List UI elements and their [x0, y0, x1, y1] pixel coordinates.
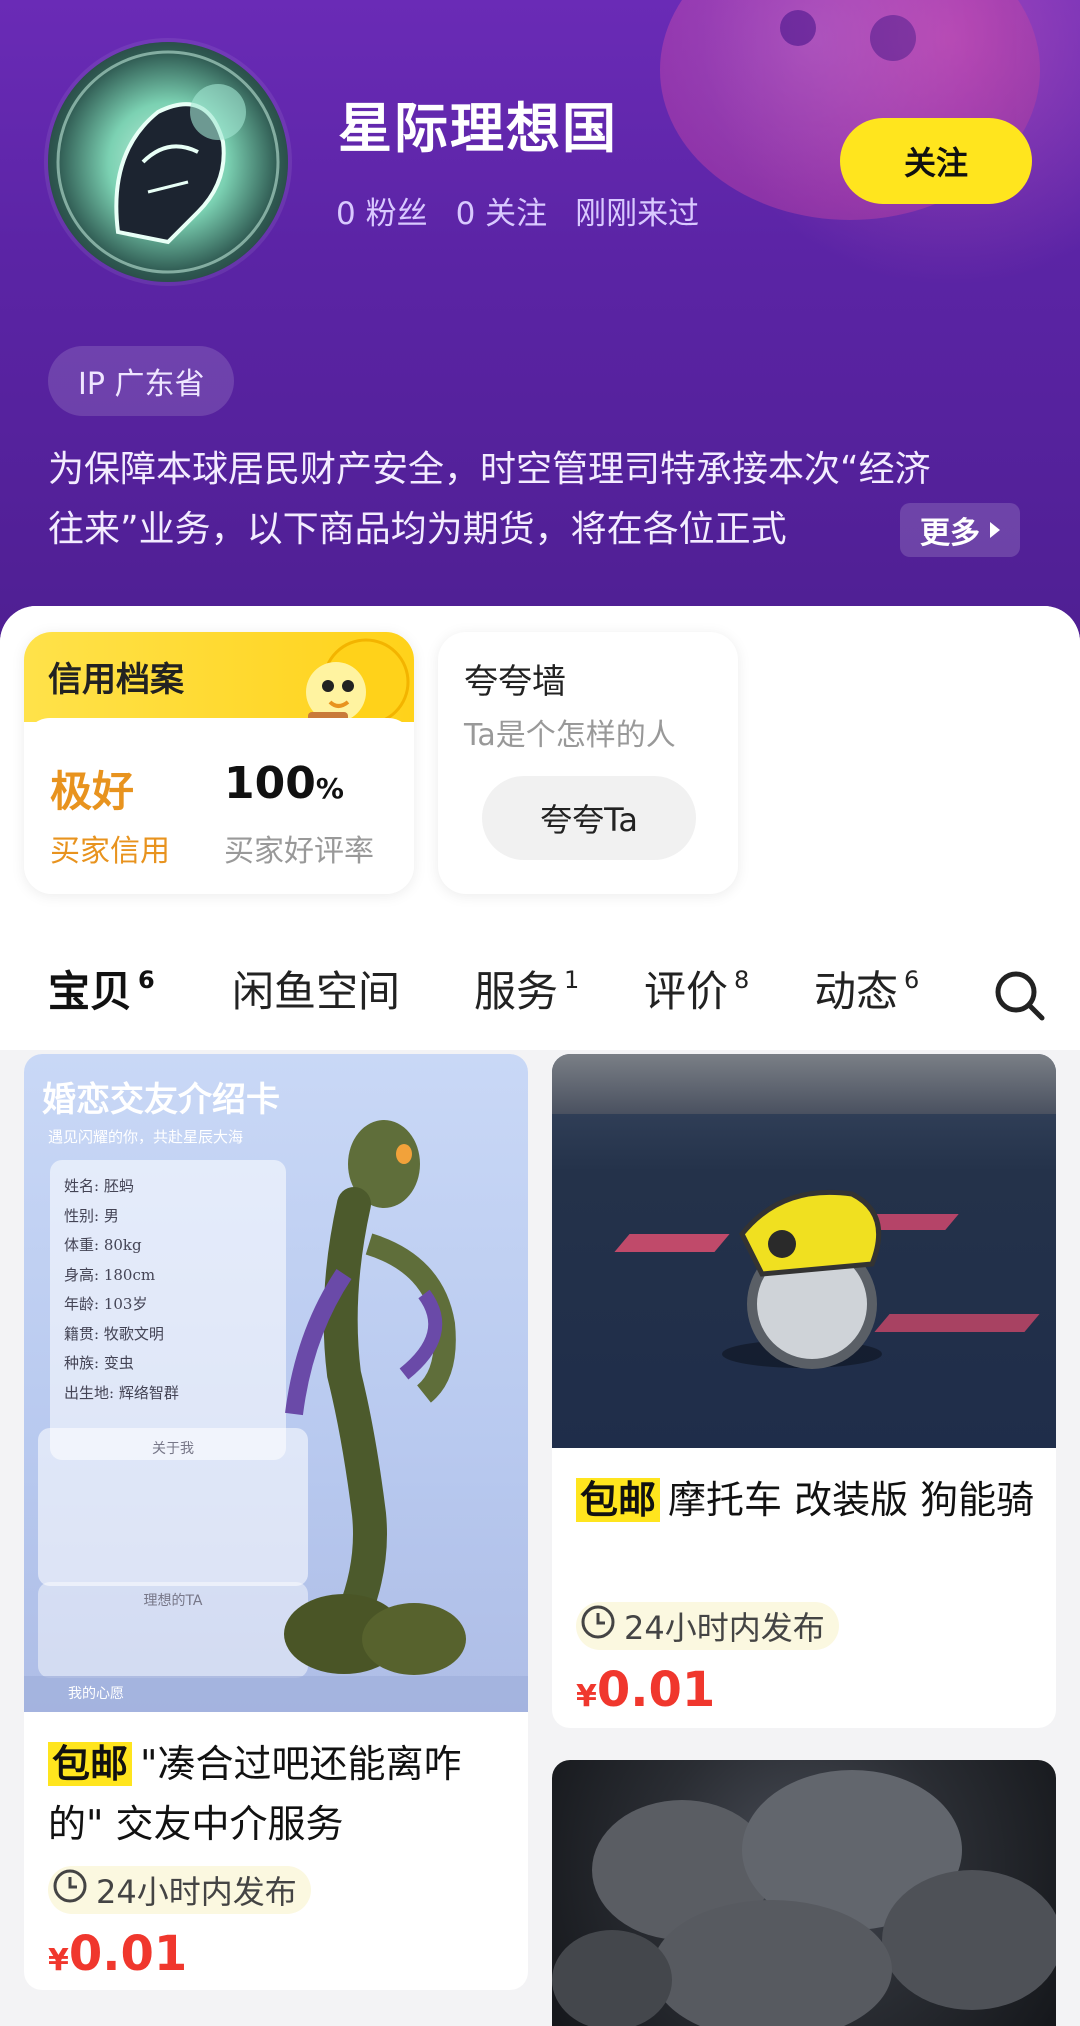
tab-moments[interactable]: 动态 6: [814, 958, 919, 1019]
profile-tabs: 宝贝 6 闲鱼空间 服务 1 评价 8 动态 6: [0, 940, 1080, 1050]
item-image: [552, 1760, 1056, 2026]
bio-line-1: 为保障本球居民财产安全，时空管理司特承接本次“经济: [48, 449, 931, 490]
ideal-box: 理想的TA: [38, 1582, 308, 1678]
bio-more-button[interactable]: 更多: [900, 503, 1020, 557]
item-card[interactable]: 婚恋交友介绍卡 遇见闪耀的你，共赴星辰大海 姓名: 胚蚂 性别: 男 体重: 8…: [24, 1054, 528, 1990]
motorcycle-figure: [722, 1189, 882, 1369]
creature-figure: [284, 1120, 466, 1675]
buyer-credit-label: 买家信用: [50, 834, 170, 869]
last-seen: 刚刚来过: [575, 196, 700, 232]
intro-card-title: 婚恋交友介绍卡: [42, 1080, 280, 1120]
follow-button[interactable]: 关注: [840, 118, 1032, 204]
about-box: 关于我: [38, 1428, 308, 1586]
profile-bio: 为保障本球居民财产安全，时空管理司特承接本次“经济 往来”业务，以下商品均为期货…: [48, 440, 1038, 560]
item-price: ¥0.01: [576, 1662, 716, 1718]
item-image: [552, 1054, 1056, 1448]
fans-count[interactable]: 0 粉丝: [336, 188, 428, 233]
praise-button[interactable]: 夸夸Ta: [482, 776, 696, 860]
ip-location-badge: IP 广东省: [48, 346, 235, 416]
asteroid-figure: [552, 1770, 1056, 2026]
item-title: 包邮 "凑合过吧还能离咋的" 交友中介服务: [48, 1742, 462, 1846]
tab-reviews[interactable]: 评价 8: [644, 958, 749, 1019]
profile-stats: 0 粉丝 0 关注 刚刚来过: [336, 188, 699, 233]
following-count[interactable]: 0 关注: [456, 188, 548, 233]
credit-profile-card[interactable]: 信用档案 极好 买家信用 100% 买家好评率: [24, 632, 414, 894]
search-icon[interactable]: [992, 968, 1048, 1028]
credit-title: 信用档案: [48, 660, 184, 700]
clock-icon: [580, 1604, 616, 1648]
free-shipping-tag: 包邮: [576, 1478, 661, 1522]
positive-rate-label: 买家好评率: [224, 834, 374, 869]
publish-time: 24小时内发布: [48, 1866, 311, 1914]
item-card[interactable]: 包邮 摩托车 改装版 狗能骑 24小时内发布 ¥0.01: [552, 1054, 1056, 1728]
avatar[interactable]: [48, 42, 288, 282]
praise-wall-subtitle: Ta是个怎样的人: [464, 718, 676, 753]
item-price: ¥0.01: [48, 1926, 188, 1982]
praise-wall-card[interactable]: 夸夸墙 Ta是个怎样的人 夸夸Ta: [438, 632, 738, 894]
positive-rate: 100%: [224, 758, 344, 809]
tab-services[interactable]: 服务 1: [474, 958, 579, 1019]
profile-name: 星际理想国: [338, 97, 618, 160]
info-box: 姓名: 胚蚂 性别: 男 体重: 80kg 身高: 180cm 年龄: 103岁…: [50, 1160, 286, 1460]
clock-icon: [52, 1868, 88, 1912]
item-title: 包邮 摩托车 改装版 狗能骑: [576, 1470, 1036, 1530]
bio-line-2: 往来”业务，以下商品均为期货，将在各位正式: [48, 509, 787, 550]
praise-wall-title: 夸夸墙: [464, 662, 566, 702]
tab-items[interactable]: 宝贝 6: [46, 958, 155, 1019]
caret-right-icon: [988, 513, 1002, 548]
more-label: 更多: [920, 516, 980, 551]
intro-card-subtitle: 遇见闪耀的你，共赴星辰大海: [48, 1128, 244, 1146]
tab-space[interactable]: 闲鱼空间: [232, 958, 400, 1019]
publish-time: 24小时内发布: [576, 1602, 839, 1650]
free-shipping-tag: 包邮: [48, 1742, 133, 1786]
item-image: 婚恋交友介绍卡 遇见闪耀的你，共赴星辰大海 姓名: 胚蚂 性别: 男 体重: 8…: [24, 1054, 528, 1712]
item-card[interactable]: [552, 1760, 1056, 2026]
buyer-credit-level: 极好: [50, 767, 135, 816]
